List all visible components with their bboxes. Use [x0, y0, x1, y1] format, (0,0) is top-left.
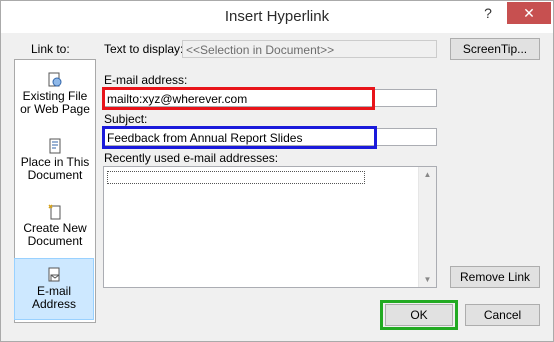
link-to-existing-file-line2: or Web Page — [20, 102, 90, 116]
scroll-down-icon[interactable]: ▼ — [419, 275, 436, 284]
email-address-label: E-mail address: — [104, 73, 188, 87]
close-button[interactable]: ✕ — [507, 2, 551, 24]
link-to-create-new-document-line2: Document — [27, 234, 83, 248]
remove-link-button[interactable]: Remove Link — [450, 266, 540, 288]
email-icon — [48, 267, 60, 282]
cancel-button[interactable]: Cancel — [465, 304, 540, 326]
window-title: Insert Hyperlink — [224, 8, 330, 25]
link-to-create-new-document-line1: Create New — [23, 221, 87, 235]
subject-highlight-box — [102, 126, 377, 149]
link-to-place-in-document[interactable]: Place in This Document — [15, 138, 95, 190]
insert-hyperlink-dialog: Insert Hyperlink ? ✕ Link to: Existing F… — [0, 0, 554, 342]
scroll-up-icon[interactable]: ▲ — [419, 170, 436, 179]
link-to-existing-file[interactable]: Existing File or Web Page — [15, 72, 95, 124]
recent-addresses-list[interactable]: ▲ ▼ — [103, 166, 437, 288]
help-button[interactable]: ? — [475, 2, 501, 24]
link-to-label: Link to: — [31, 42, 70, 56]
list-scrollbar[interactable]: ▲ ▼ — [418, 167, 436, 287]
link-to-place-in-document-line1: Place in This — [20, 155, 90, 169]
link-to-create-new-document[interactable]: Create New Document — [15, 204, 95, 256]
ok-highlight-box — [380, 300, 458, 330]
link-to-email-address-line2: Address — [31, 297, 77, 311]
title-bar: Insert Hyperlink ? ✕ — [1, 1, 553, 33]
link-to-panel: Existing File or Web Page Place in This … — [14, 59, 96, 323]
new-document-icon — [48, 204, 61, 220]
subject-label: Subject: — [104, 112, 148, 126]
link-to-place-in-document-line2: Document — [27, 168, 83, 182]
text-to-display-label: Text to display: — [104, 42, 184, 56]
list-focus-rect — [107, 171, 365, 184]
recent-addresses-label: Recently used e-mail addresses: — [104, 151, 279, 165]
email-highlight-box — [102, 87, 375, 110]
text-to-display-field[interactable]: <<Selection in Document>> — [182, 40, 437, 58]
web-page-icon — [48, 72, 62, 87]
place-in-document-icon — [49, 138, 61, 154]
link-to-email-address[interactable]: E-mail Address — [14, 258, 94, 320]
link-to-email-address-line1: E-mail — [36, 284, 71, 298]
link-to-existing-file-line1: Existing File — [22, 89, 88, 103]
screentip-button[interactable]: ScreenTip... — [450, 38, 540, 60]
